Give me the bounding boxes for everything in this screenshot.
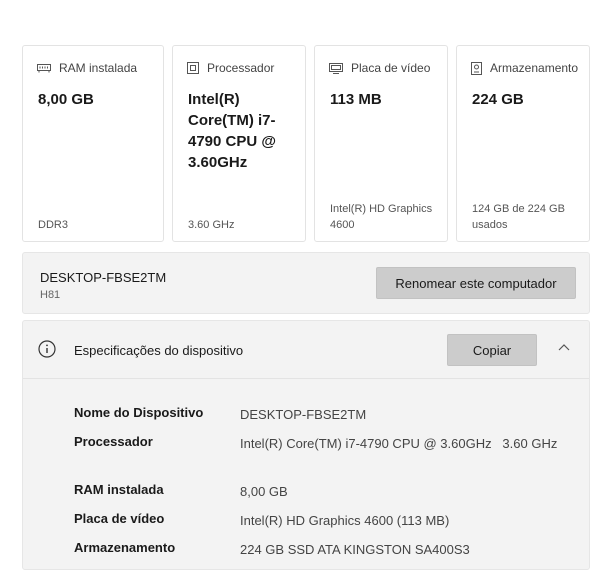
spec-label: Placa de vídeo [74,511,165,526]
card-storage-sub: 124 GB de 224 GB usados [472,203,565,231]
device-model: H81 [40,289,61,301]
card-graphics: Placa de vídeo 113 MB Intel(R) HD Graphi… [314,45,448,242]
device-name-panel: DESKTOP-FBSE2TM H81 Renomear este comput… [22,252,590,314]
spec-label: RAM instalada [74,482,164,497]
device-specs-title: Especificações do dispositivo [74,343,244,358]
spec-label: Armazenamento [74,540,176,555]
card-storage-value: 224 GB [472,91,524,108]
card-graphics-value: 113 MB [330,91,382,108]
chevron-up-icon[interactable] [557,341,571,360]
card-ram: RAM instalada 8,00 GB DDR3 [22,45,164,242]
card-ram-header: RAM instalada [37,61,137,75]
card-processor-value: Intel(R) Core(TM) i7-4790 CPU @ 3.60GHz [188,91,277,171]
card-graphics-title: Placa de vídeo [351,61,431,75]
spec-value: 224 GB SSD ATA KINGSTON SA400S3 [240,542,470,557]
copy-button[interactable]: Copiar [447,334,537,366]
rename-computer-button[interactable]: Renomear este computador [376,267,576,299]
card-ram-sub: DDR3 [38,219,68,231]
ram-icon [37,63,51,73]
card-storage: Armazenamento 224 GB 124 GB de 224 GB us… [456,45,590,242]
spec-value: DESKTOP-FBSE2TM [240,407,367,422]
card-processor-title: Processador [207,61,275,75]
card-processor-sub: 3.60 GHz [188,219,235,231]
card-graphics-header: Placa de vídeo [329,61,430,75]
card-ram-value: 8,00 GB [38,91,94,108]
device-name: DESKTOP-FBSE2TM [40,270,167,285]
device-specs-header[interactable]: Especificações do dispositivo Copiar [23,321,589,379]
info-icon [38,340,56,363]
spec-value: Intel(R) HD Graphics 4600 (113 MB) [240,513,450,528]
spec-label: Processador [74,434,153,449]
device-specs-panel: Especificações do dispositivo Copiar Nom… [22,320,590,570]
display-icon [329,62,343,74]
card-storage-header: Armazenamento [471,61,578,75]
card-processor: Processador Intel(R) Core(TM) i7-4790 CP… [172,45,306,242]
card-ram-title: RAM instalada [59,61,138,75]
spec-label: Nome do Dispositivo [74,405,204,420]
card-storage-title: Armazenamento [490,61,579,75]
spec-value: Intel(R) Core(TM) i7-4790 CPU @ 3.60GHz … [240,436,558,451]
spec-value: 8,00 GB [240,484,288,499]
card-processor-header: Processador [187,61,274,75]
processor-icon [187,62,199,74]
card-graphics-sub: Intel(R) HD Graphics 4600 [330,203,433,231]
storage-icon [471,61,482,75]
